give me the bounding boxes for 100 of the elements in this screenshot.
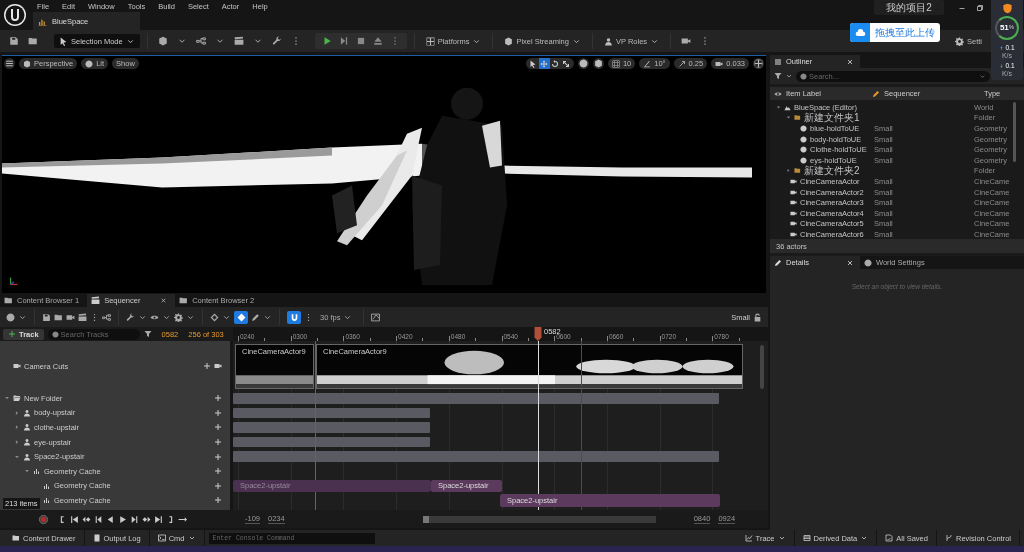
add-icon[interactable] <box>214 408 222 417</box>
cpu-percent: 51 <box>999 23 1009 33</box>
reverse-play-icon[interactable] <box>106 514 115 524</box>
playhead-marker[interactable] <box>534 327 542 341</box>
camera-icon[interactable] <box>214 362 222 370</box>
folder-icon[interactable] <box>28 36 38 46</box>
expand-arrow-icon[interactable] <box>4 395 10 402</box>
plus-icon <box>8 330 16 338</box>
filter-icon[interactable] <box>143 330 152 338</box>
move-icon <box>540 59 549 68</box>
settings-icon <box>955 36 964 46</box>
pencil-icon[interactable] <box>251 312 260 322</box>
snap-toggle[interactable] <box>287 310 301 324</box>
step-forward-icon[interactable] <box>130 514 139 524</box>
add-icon[interactable] <box>214 481 222 490</box>
camera-icon[interactable] <box>66 312 75 322</box>
scrollbar[interactable] <box>760 345 764 389</box>
bracket-icon[interactable] <box>166 514 175 524</box>
transform-tool-button[interactable] <box>560 58 572 69</box>
expand-arrow-icon[interactable] <box>14 424 20 431</box>
add-icon[interactable] <box>214 438 222 447</box>
bracket-icon[interactable] <box>58 514 67 524</box>
stop-icon[interactable] <box>355 36 366 46</box>
wrench-icon[interactable] <box>126 312 135 322</box>
outliner-item[interactable]: 新建文件夹1 <box>804 112 860 124</box>
add-icon[interactable] <box>214 452 222 461</box>
close-icon[interactable] <box>846 258 854 267</box>
save-icon[interactable] <box>9 36 19 46</box>
add-icon[interactable] <box>214 467 222 476</box>
expand-arrow-icon[interactable] <box>14 453 20 460</box>
transform-tool-button[interactable] <box>549 58 561 69</box>
play-icon[interactable] <box>118 514 127 524</box>
add-icon[interactable] <box>214 394 222 403</box>
scrollbar[interactable] <box>1013 102 1016 162</box>
auto-key-toggle[interactable] <box>234 310 248 324</box>
chevron-down-icon[interactable] <box>785 72 793 80</box>
logo-icon[interactable] <box>3 3 27 27</box>
folder-icon <box>794 167 801 175</box>
restore-icon[interactable] <box>976 4 984 12</box>
expand-arrow-icon[interactable] <box>786 168 791 174</box>
outliner-item[interactable]: 新建文件夹2 <box>804 165 860 177</box>
chevron-down-icon <box>860 534 869 542</box>
camera-icon <box>790 230 797 238</box>
step-icon[interactable] <box>338 36 349 46</box>
upload-widget[interactable]: 拖拽至此上传 <box>850 23 940 42</box>
filter-icon[interactable] <box>774 72 782 80</box>
menu-icon[interactable] <box>4 58 15 69</box>
transform-tool-button[interactable] <box>538 58 550 69</box>
pencil-icon <box>774 258 782 267</box>
folder-icon <box>4 296 13 305</box>
pencil-icon <box>872 89 880 98</box>
cube-icon <box>23 59 31 68</box>
blueprint-icon[interactable] <box>195 36 206 46</box>
add-icon[interactable] <box>214 496 222 505</box>
wrench-icon[interactable] <box>271 36 282 46</box>
track-bar[interactable] <box>233 393 719 404</box>
eject-icon[interactable] <box>372 36 383 46</box>
camera-icon <box>790 177 797 185</box>
add-icon[interactable] <box>203 362 211 370</box>
expand-arrow-icon[interactable] <box>776 104 781 110</box>
diamond-icon <box>236 312 246 322</box>
time-scrollbar[interactable] <box>422 515 656 523</box>
add-cube-icon[interactable] <box>157 36 168 46</box>
log-icon <box>92 534 101 542</box>
step-back-icon[interactable] <box>94 514 103 524</box>
layout-icon[interactable] <box>753 58 764 69</box>
clapper-icon[interactable] <box>78 312 87 322</box>
bar-chart-icon <box>33 467 41 476</box>
expand-arrow-icon[interactable] <box>786 115 791 121</box>
project-name: 我的项目2 <box>874 0 944 15</box>
curve-editor-icon[interactable] <box>371 312 381 322</box>
track-bar[interactable] <box>233 407 430 419</box>
lock-icon[interactable] <box>753 312 762 322</box>
skip-end-icon[interactable] <box>154 514 163 524</box>
axis-icon <box>8 275 20 287</box>
clapper-icon <box>91 296 101 305</box>
expand-arrow-icon[interactable] <box>14 409 20 416</box>
close-icon <box>846 57 854 66</box>
record-icon[interactable] <box>38 513 49 525</box>
camera-icon[interactable] <box>681 36 692 46</box>
gear-icon[interactable] <box>174 312 183 322</box>
folder-icon <box>179 296 189 305</box>
skip-start-icon[interactable] <box>70 514 79 524</box>
save-icon[interactable] <box>42 312 51 322</box>
chevron-down-icon <box>187 534 196 542</box>
clapper-icon[interactable] <box>233 36 244 46</box>
add-icon[interactable] <box>214 423 222 432</box>
track-bar[interactable] <box>233 422 430 433</box>
hierarchy-icon[interactable] <box>102 312 111 322</box>
track-bar[interactable] <box>233 451 719 462</box>
camera-icon <box>790 220 797 228</box>
bar-chart-icon <box>43 481 51 490</box>
expand-arrow-icon[interactable] <box>24 468 30 475</box>
expand-arrow-icon[interactable] <box>14 439 20 446</box>
globe-icon[interactable] <box>577 58 589 69</box>
folder-icon[interactable] <box>54 312 63 322</box>
globe-icon[interactable] <box>6 312 15 322</box>
close-icon[interactable] <box>160 297 168 304</box>
track-bar[interactable] <box>233 436 430 448</box>
download-arrow-icon <box>999 63 1005 70</box>
